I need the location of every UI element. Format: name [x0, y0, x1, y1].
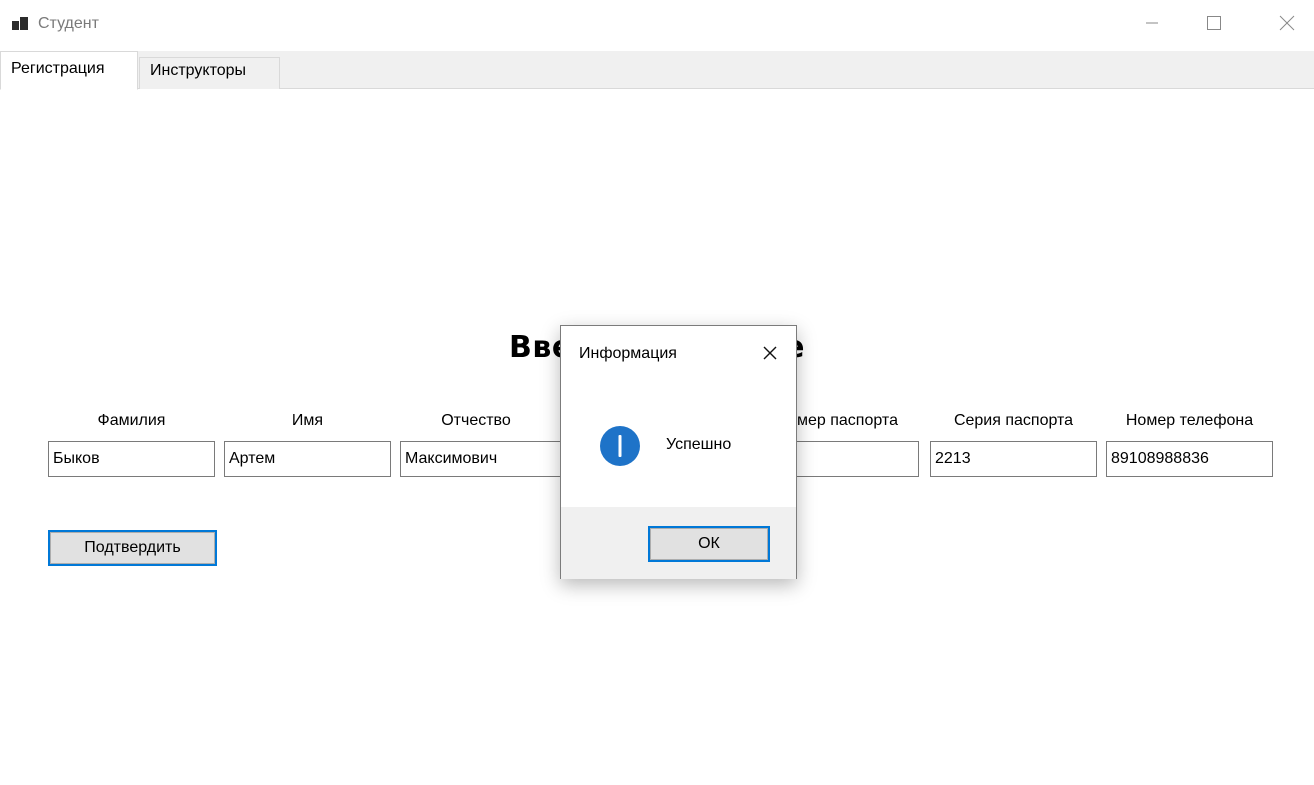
app-window-icon [12, 16, 28, 32]
label-last-name: Фамилия [97, 412, 166, 429]
tab-registration[interactable]: Регистрация [0, 51, 138, 90]
confirm-button-label: Подтвердить [50, 532, 215, 564]
minimize-button[interactable] [1129, 0, 1175, 46]
dialog-title: Информация [579, 345, 677, 362]
last-name-input[interactable] [48, 441, 215, 477]
phone-number-input[interactable] [1106, 441, 1273, 477]
label-passport-series: Серия паспорта [953, 412, 1074, 429]
info-icon [600, 426, 640, 466]
first-name-input[interactable] [224, 441, 391, 477]
tab-instructors[interactable]: Инструкторы [139, 57, 280, 89]
maximize-button[interactable] [1191, 0, 1237, 46]
close-window-button[interactable] [1264, 0, 1310, 46]
dialog-footer: ОК [561, 507, 796, 579]
dialog-close-button[interactable] [759, 342, 781, 364]
close-icon [763, 346, 777, 360]
ok-button[interactable]: ОК [648, 526, 770, 562]
patronymic-input[interactable] [400, 441, 567, 477]
passport-series-input[interactable] [930, 441, 1097, 477]
info-dialog: Информация Успешно ОК [560, 325, 797, 579]
window-title: Студент [38, 15, 99, 32]
label-first-name: Имя [291, 412, 324, 429]
ok-button-label: ОК [650, 528, 768, 560]
maximize-icon [1207, 16, 1221, 30]
label-phone-number: Номер телефона [1125, 412, 1254, 429]
label-patronymic: Отчество [441, 412, 511, 429]
tab-strip: Регистрация Инструкторы [0, 51, 1314, 90]
close-icon [1279, 15, 1295, 31]
dialog-message: Успешно [666, 436, 732, 453]
confirm-button[interactable]: Подтвердить [48, 530, 217, 566]
minimize-icon [1146, 22, 1158, 24]
label-passport-number: мер паспорта [797, 412, 898, 429]
title-bar: Студент [0, 0, 1314, 50]
